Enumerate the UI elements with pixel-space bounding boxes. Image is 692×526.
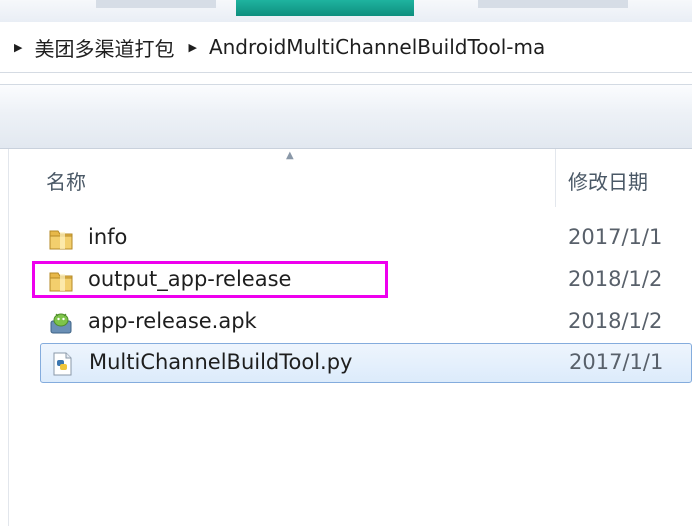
breadcrumb-chevron-icon[interactable]: ▶ [188, 41, 196, 54]
file-name: MultiChannelBuildTool.py [89, 350, 353, 374]
address-bar[interactable]: ▶ 美团多渠道打包 ▶ AndroidMultiChannelBuildTool… [0, 22, 692, 73]
folder-icon [49, 230, 73, 250]
file-row[interactable]: info 2017/1/1 [40, 219, 692, 257]
title-bar-shape [96, 0, 216, 8]
apk-file-icon [50, 313, 72, 334]
highlight-annotation-box [32, 261, 388, 298]
python-file-icon [53, 352, 72, 376]
file-date: 2018/1/2 [568, 309, 663, 333]
breadcrumb-item[interactable]: AndroidMultiChannelBuildTool-ma [209, 35, 545, 59]
file-name: app-release.apk [88, 309, 257, 333]
file-date: 2017/1/1 [569, 350, 664, 374]
title-bar-shape [478, 0, 628, 8]
title-bar [0, 0, 692, 22]
column-header-date-modified[interactable]: 修改日期 [568, 166, 648, 195]
file-row-selected[interactable]: MultiChannelBuildTool.py 2017/1/1 [40, 343, 692, 383]
active-tab-strip [236, 0, 414, 16]
file-row[interactable]: app-release.apk 2018/1/2 [40, 303, 692, 341]
command-bar [0, 110, 692, 149]
sort-ascending-icon: ▲ [286, 150, 294, 161]
file-date: 2018/1/2 [568, 267, 663, 291]
file-name: info [88, 225, 128, 249]
column-divider[interactable] [555, 149, 556, 207]
breadcrumb-item[interactable]: 美团多渠道打包 [34, 33, 174, 62]
menu-bar [0, 84, 692, 111]
pane-divider [8, 149, 9, 526]
breadcrumb-chevron-icon[interactable]: ▶ [14, 41, 22, 54]
file-date: 2017/1/1 [568, 225, 663, 249]
column-header-name[interactable]: 名称 [46, 166, 86, 195]
